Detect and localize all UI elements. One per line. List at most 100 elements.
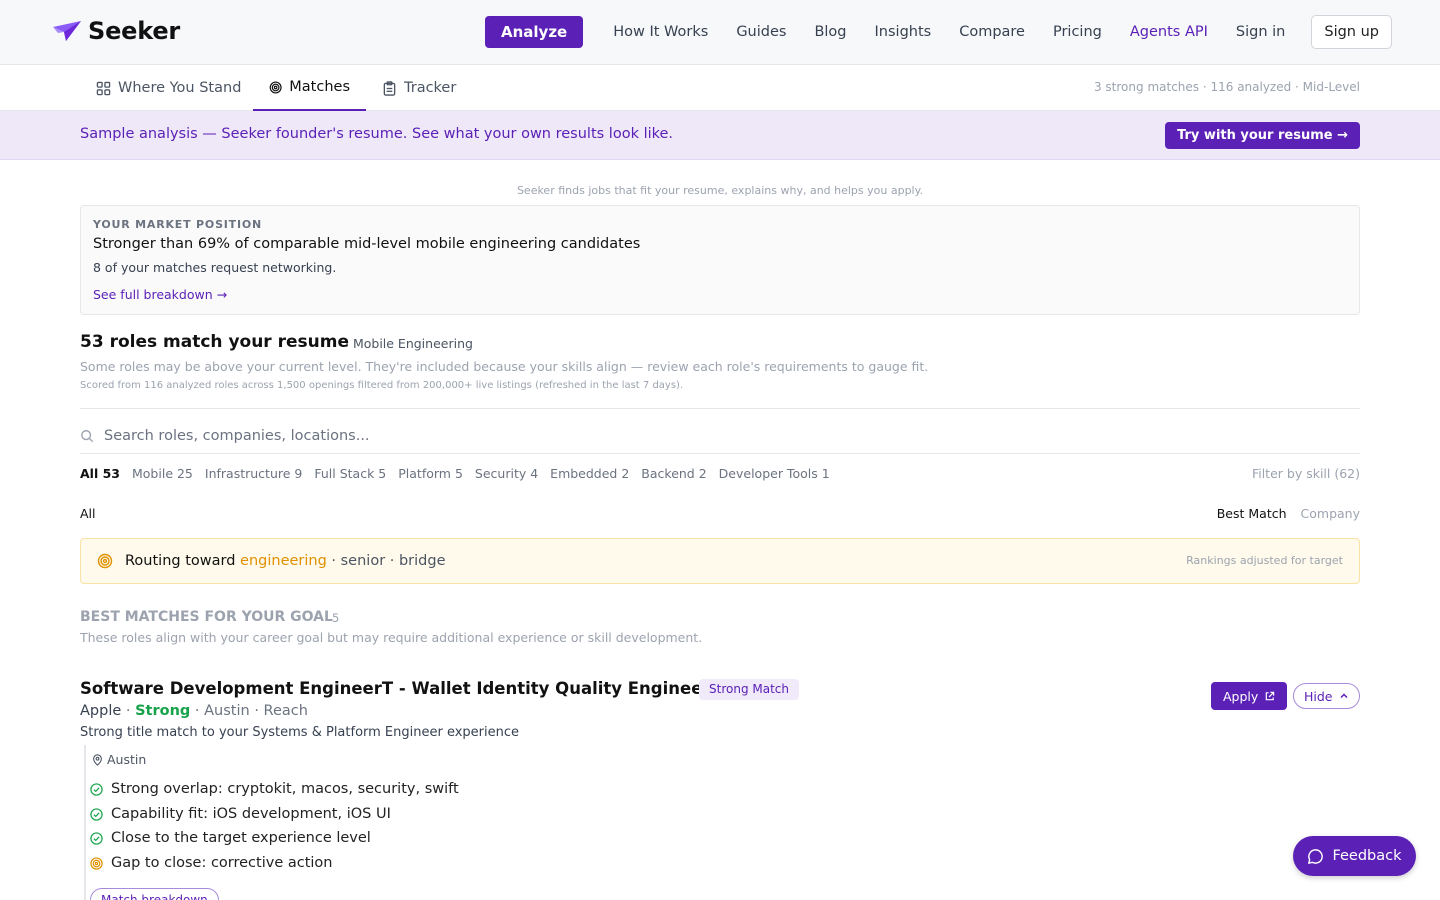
tab-label: Matches: [289, 79, 350, 95]
detail-rail: [84, 745, 86, 900]
reason-text: Gap to close: corrective action: [111, 855, 333, 871]
job-location-meta: Austin: [204, 703, 250, 719]
tab-label: Tracker: [404, 80, 457, 96]
job-location: Austin: [92, 752, 146, 767]
chat-bubble-icon: [1308, 848, 1324, 864]
apply-button[interactable]: Apply: [1211, 682, 1288, 710]
job-company: Apple: [80, 703, 122, 719]
analyze-button[interactable]: Analyze: [484, 16, 584, 48]
search-bar: [80, 420, 1360, 452]
filter-backend[interactable]: Backend 2: [641, 466, 706, 481]
tagline: Seeker finds jobs that fit your resume, …: [516, 184, 924, 197]
meta-separator: ·: [254, 703, 264, 719]
results-fine-print: Scored from 116 analyzed roles across 1,…: [80, 380, 684, 391]
market-position-sub: 8 of your matches request networking.: [93, 260, 337, 275]
filter-infrastructure[interactable]: Infrastructure 9: [205, 466, 302, 481]
apply-label: Apply: [1223, 688, 1259, 704]
job-strength: Strong: [135, 703, 191, 719]
nav-agents-api[interactable]: Agents API: [1130, 24, 1208, 40]
filter-platform[interactable]: Platform 5: [398, 466, 463, 481]
sample-banner: Sample analysis — Seeker founder's resum…: [0, 111, 1440, 160]
gap-reason: Gap to close: corrective action: [90, 855, 333, 871]
check-circle-icon: [90, 831, 103, 845]
routing-target[interactable]: engineering: [240, 553, 327, 569]
nav-blog[interactable]: Blog: [814, 24, 846, 40]
tab-where-you-stand[interactable]: Where You Stand: [80, 65, 257, 111]
chevron-up-icon: [1339, 693, 1348, 699]
sort-options: Best Match Company: [1217, 506, 1360, 521]
filter-mobile[interactable]: Mobile 25: [132, 466, 193, 481]
feedback-label: Feedback: [1332, 848, 1402, 864]
section-title: BEST MATCHES FOR YOUR GOAL: [80, 609, 333, 625]
match-reason: Capability fit: iOS development, iOS UI: [90, 806, 391, 822]
check-circle-icon: [90, 782, 103, 796]
meta-separator: ·: [125, 703, 136, 719]
search-icon: [81, 430, 94, 443]
market-position-headline: Stronger than 69% of comparable mid-leve…: [93, 236, 641, 252]
results-category: · Mobile Engineering: [345, 336, 473, 351]
main-nav: Analyze How It Works Guides Blog Insight…: [484, 15, 1392, 49]
target-icon: [269, 81, 282, 93]
paper-plane-logo-icon: [53, 21, 81, 41]
filter-embedded[interactable]: Embedded 2: [550, 466, 629, 481]
results-title: 53 roles match your resume: [80, 332, 349, 352]
target-icon: [90, 856, 103, 870]
results-note: Some roles may be above your current lev…: [80, 359, 929, 374]
logo-text: Seeker: [88, 17, 181, 45]
feedback-button[interactable]: Feedback: [1293, 836, 1416, 876]
job-title[interactable]: Software Development EngineerT - Wallet …: [80, 679, 711, 698]
search-input[interactable]: [104, 428, 1304, 444]
map-pin-icon: [93, 753, 102, 766]
meta-separator: ·: [194, 703, 205, 719]
job-location-text: Austin: [107, 752, 147, 767]
tab-tracker[interactable]: Tracker: [366, 65, 472, 111]
category-filters: All 53 Mobile 25 Infrastructure 9 Full S…: [80, 466, 830, 481]
view-tabs: Where You Stand Matches Tracker 3 strong…: [0, 65, 1440, 111]
list-scope-label: All: [80, 506, 96, 521]
divider: [80, 408, 1360, 409]
sign-up-button[interactable]: Sign up: [1311, 15, 1392, 49]
job-tier: Reach: [263, 703, 308, 719]
filter-developer-tools[interactable]: Developer Tools 1: [719, 466, 830, 481]
banner-text: Sample analysis — Seeker founder's resum…: [80, 126, 674, 142]
nav-guides[interactable]: Guides: [736, 24, 786, 40]
nav-compare[interactable]: Compare: [959, 24, 1025, 40]
reason-text: Close to the target experience level: [111, 830, 371, 846]
filter-full-stack[interactable]: Full Stack 5: [314, 466, 386, 481]
nav-sign-in[interactable]: Sign in: [1236, 24, 1285, 40]
try-with-resume-button[interactable]: Try with your resume →: [1165, 122, 1360, 149]
sort-company[interactable]: Company: [1301, 506, 1360, 521]
routing-target-box: Routing toward engineering · senior · br…: [80, 538, 1360, 584]
market-position-label: YOUR MARKET POSITION: [93, 218, 263, 231]
filter-by-skill[interactable]: Filter by skill (62): [1252, 466, 1360, 481]
sort-best-match[interactable]: Best Match: [1217, 506, 1287, 521]
routing-suffix: · senior · bridge: [326, 553, 446, 569]
see-full-breakdown-link[interactable]: See full breakdown →: [93, 287, 227, 302]
section-subtitle: These roles align with your career goal …: [80, 630, 703, 645]
nav-insights[interactable]: Insights: [875, 24, 932, 40]
match-reason: Strong overlap: cryptokit, macos, securi…: [90, 781, 459, 797]
reason-text: Capability fit: iOS development, iOS UI: [111, 806, 391, 822]
job-meta: Apple · Strong · Austin · Reach: [80, 703, 308, 719]
external-link-icon: [1265, 691, 1275, 700]
match-breakdown-button[interactable]: Match breakdown: [90, 888, 219, 900]
nav-pricing[interactable]: Pricing: [1053, 24, 1102, 40]
nav-how-it-works[interactable]: How It Works: [613, 24, 708, 40]
reason-text: Strong overlap: cryptokit, macos, securi…: [111, 781, 459, 797]
routing-prefix: Routing toward: [125, 553, 241, 569]
hide-button[interactable]: Hide: [1293, 683, 1360, 709]
match-reason: Close to the target experience level: [90, 830, 371, 846]
analysis-summary: 3 strong matches · 116 analyzed · Mid-Le…: [1093, 80, 1360, 94]
match-badge: Strong Match: [699, 679, 799, 700]
target-icon: [97, 553, 113, 569]
section-count: 5: [332, 611, 340, 625]
filter-security[interactable]: Security 4: [475, 466, 538, 481]
tab-label: Where You Stand: [118, 80, 242, 96]
filter-all[interactable]: All 53: [80, 466, 120, 481]
hide-label: Hide: [1304, 688, 1333, 704]
logo[interactable]: Seeker: [52, 17, 180, 45]
top-navigation-bar: Seeker Analyze How It Works Guides Blog …: [0, 0, 1440, 65]
rankings-note: Rankings adjusted for target: [1186, 554, 1343, 567]
tab-matches[interactable]: Matches: [253, 65, 366, 111]
market-position-card: YOUR MARKET POSITION Stronger than 69% o…: [80, 205, 1360, 315]
